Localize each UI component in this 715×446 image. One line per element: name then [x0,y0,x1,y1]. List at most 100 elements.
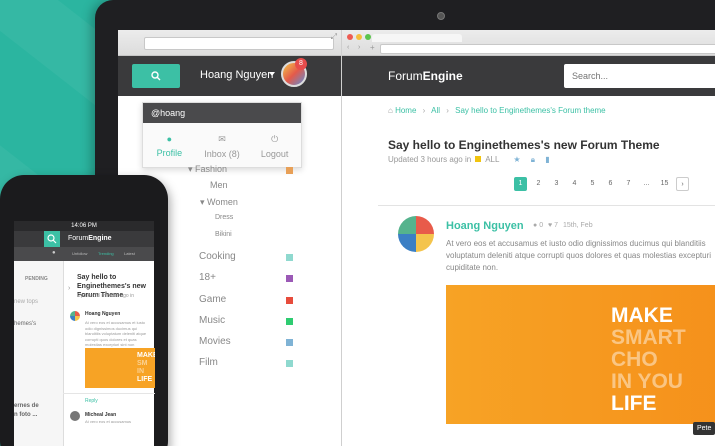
logout-menu-item[interactable]: ⏻ Logout [248,123,301,169]
category-color-swatch [286,275,293,282]
status-bar-time: 14:06 PM [14,221,154,231]
category-men[interactable]: Men [210,180,228,190]
divider [63,393,155,394]
post-text: At vero eos et accusamus [85,419,132,424]
category-game[interactable]: Game [199,294,226,305]
category-color-swatch [286,254,293,261]
inbox-menu-item[interactable]: ✉ Inbox (8) [196,123,249,169]
user-icon[interactable]: ● [52,250,56,256]
page-link[interactable]: 2 [532,177,545,191]
thread-category[interactable]: ALL [485,155,499,164]
side-text: hemes's [14,321,37,327]
next-page-button[interactable]: › [676,177,689,191]
mail-icon: ✉ [218,133,226,144]
post-image: MAKE SMART CHO IN YOU LIFE [446,285,715,424]
page-link[interactable]: 3 [550,177,563,191]
category-women[interactable]: ▾ Women [200,197,238,208]
profile-menu-item[interactable]: ● Profile [143,123,196,169]
star-icon[interactable]: ★ [513,155,520,164]
post-date: 15th, Feb [563,222,593,229]
heart-icon[interactable]: ♥ [548,222,552,229]
phone-filter-bar: Unfollow Trending Latest ● [14,247,154,261]
category-color-swatch [286,360,293,367]
user-tooltip: Pete [693,422,715,435]
breadcrumb-current[interactable]: Say hello to Enginethemes's Forum theme [455,106,606,115]
home-icon: ⌂ [388,106,393,115]
post-author[interactable]: Micheal Jean [85,412,116,418]
chevron-right-icon[interactable]: › [68,285,70,292]
minimize-window-button[interactable] [356,34,362,40]
logout-label: Logout [260,148,289,159]
maximize-window-button[interactable] [365,34,371,40]
right-browser-window: ‹ › + ForumEngine ⌂ Home › All › Say hel… [342,30,715,446]
phone-header: ForumEngine [14,231,154,247]
site-logo[interactable]: ForumEngine [388,69,463,83]
search-button[interactable] [132,64,180,88]
user-icon: ● [166,134,173,144]
inbox-label: Inbox (8) [204,148,240,159]
user-name[interactable]: Hoang Nguyen [200,69,273,81]
avatar[interactable] [70,411,80,421]
chevron-down-icon: ▾ [200,197,205,207]
page-link[interactable]: 7 [622,177,635,191]
user-dropdown: @hoang ● Profile ✉ Inbox (8) ⏻ Logout [142,102,302,168]
post-author[interactable]: Hoang Nguyen [85,311,120,317]
search-button[interactable] [44,231,60,247]
filter-latest[interactable]: Latest [124,251,135,256]
site-header: Hoang Nguyen 8 [118,56,341,96]
back-icon[interactable]: ‹ [347,44,349,51]
power-icon: ⏻ [271,133,279,144]
filter-unfollow[interactable]: Unfollow [72,251,87,256]
search-icon [151,71,161,81]
page-link[interactable]: 15 [658,177,671,191]
category-18plus[interactable]: 18+ [199,272,216,283]
browser-tab[interactable] [372,34,462,42]
pagination: 1 2 3 4 5 6 7 ... 15 › [514,177,689,191]
category-music[interactable]: Music [199,315,225,326]
post-author[interactable]: Hoang Nguyen [446,220,524,232]
post-stats: ● 0 ♥ 7 15th, Feb [533,222,593,229]
page-ellipsis: ... [643,180,650,187]
address-bar[interactable] [380,44,715,54]
laptop-screen: ⤢ Hoang Nguyen 8 @hoang ● Profile ✉ Inbo… [118,30,715,446]
category-cooking[interactable]: Cooking [199,251,236,262]
post-image: MAKE SM IN LIFE [85,348,155,388]
resize-icon[interactable]: ⤢ [331,32,337,42]
chevron-down-icon[interactable] [269,72,275,76]
address-bar[interactable] [144,37,334,50]
category-color-swatch [475,156,482,162]
reply-button[interactable]: Reply [85,398,98,404]
category-movies[interactable]: Movies [199,336,231,347]
page-link[interactable]: 6 [604,177,617,191]
category-dress[interactable]: Dress [215,214,233,221]
side-text: n foto ... [14,412,38,418]
category-film[interactable]: Film [199,357,218,368]
breadcrumb-all[interactable]: All [431,106,440,115]
site-logo[interactable]: ForumEngine [68,235,112,242]
camera-icon [437,12,445,20]
forward-icon[interactable]: › [358,44,360,51]
breadcrumb-home[interactable]: Home [395,106,416,115]
category-color-swatch [286,297,293,304]
category-fashion[interactable]: ▾ Fashion [188,164,227,175]
post-image-text: MAKE SMART CHO IN YOU LIFE [611,304,686,415]
post-text: At vero eos et accusamus et iusto odio d… [446,239,712,272]
chevron-down-icon: ▾ [188,164,193,174]
pending-tab[interactable]: PENDING [25,276,48,282]
page-link[interactable]: 5 [586,177,599,191]
category-bikini[interactable]: Bikini [215,231,232,238]
add-tab-icon[interactable]: + [370,43,375,52]
lock-icon[interactable]: 🔒︎ [531,155,535,164]
page-link[interactable]: 4 [568,177,581,191]
side-text: new tops [14,299,39,305]
page-link[interactable]: 1 [514,177,527,191]
filter-trending[interactable]: Trending [98,251,114,256]
browser-chrome: ⤢ [118,30,341,56]
post-image-text: MAKE SM IN LIFE [137,352,155,383]
dropdown-handle: @hoang [143,103,301,123]
trash-icon[interactable]: ▮ [545,155,549,164]
avatar[interactable] [398,216,434,252]
search-input[interactable] [564,64,715,88]
avatar[interactable] [70,311,80,321]
close-window-button[interactable] [347,34,353,40]
